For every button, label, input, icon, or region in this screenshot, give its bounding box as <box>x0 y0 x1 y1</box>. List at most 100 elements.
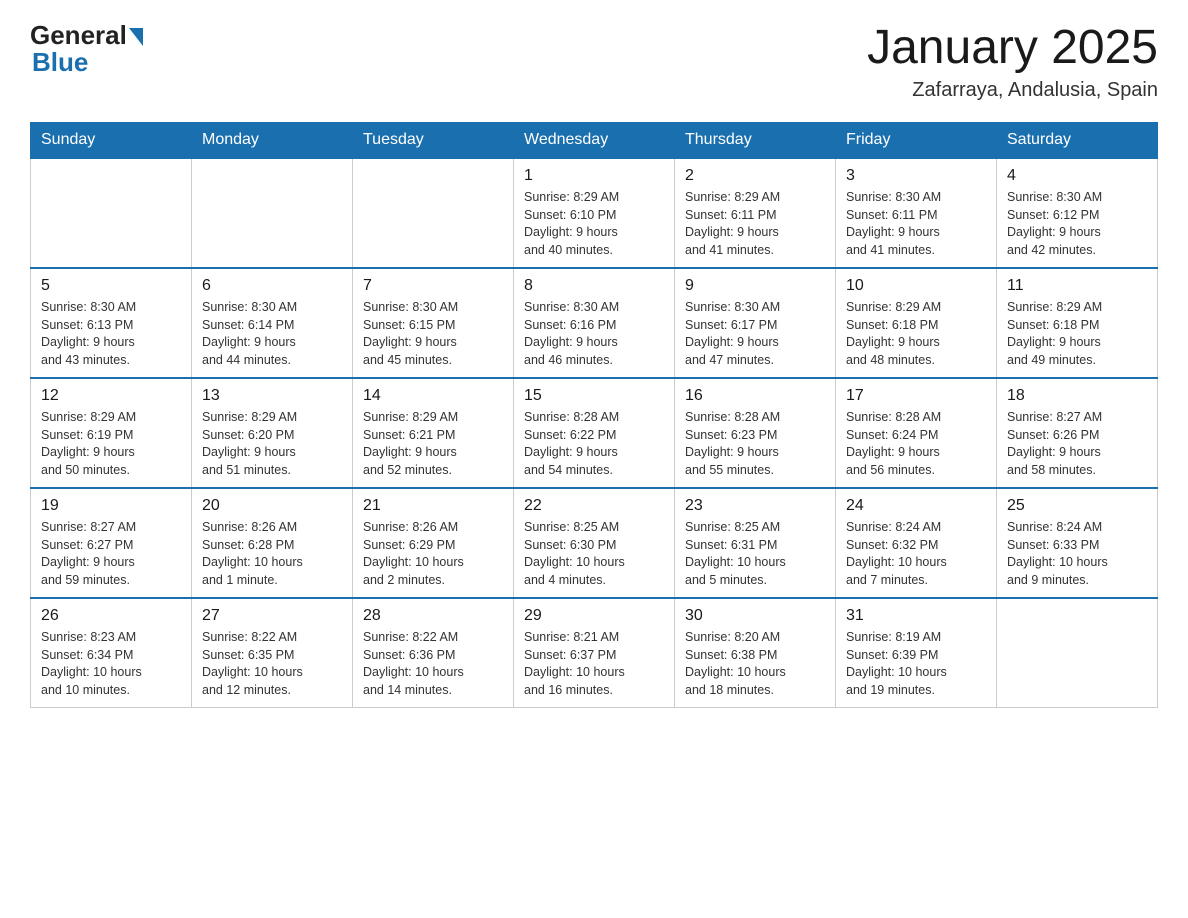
calendar-cell: 10 Sunrise: 8:29 AM Sunset: 6:18 PM Dayli… <box>836 268 997 378</box>
day-number: 31 <box>846 607 986 625</box>
day-number: 30 <box>685 607 825 625</box>
calendar-cell: 24 Sunrise: 8:24 AM Sunset: 6:32 PM Dayli… <box>836 488 997 598</box>
calendar-cell: 16 Sunrise: 8:28 AM Sunset: 6:23 PM Dayli… <box>675 378 836 488</box>
calendar-cell: 17Sunrise: 8:28 AM Sunset: 6:24 PM Dayli… <box>836 378 997 488</box>
calendar-title: January 2025 <box>867 20 1158 75</box>
column-header-wednesday: Wednesday <box>514 123 675 159</box>
day-info: Sunrise: 8:24 AM Sunset: 6:33 PM Dayligh… <box>1007 519 1147 589</box>
day-number: 9 <box>685 277 825 295</box>
calendar-cell: 2 Sunrise: 8:29 AM Sunset: 6:11 PM Daylig… <box>675 158 836 268</box>
calendar-cell: 21 Sunrise: 8:26 AM Sunset: 6:29 PM Dayli… <box>353 488 514 598</box>
calendar-cell: 1 Sunrise: 8:29 AM Sunset: 6:10 PM Daylig… <box>514 158 675 268</box>
calendar-cell: 4Sunrise: 8:30 AM Sunset: 6:12 PM Daylig… <box>997 158 1158 268</box>
calendar-cell <box>31 158 192 268</box>
calendar-cell: 11Sunrise: 8:29 AM Sunset: 6:18 PM Dayli… <box>997 268 1158 378</box>
calendar-cell: 5Sunrise: 8:30 AM Sunset: 6:13 PM Daylig… <box>31 268 192 378</box>
day-number: 8 <box>524 277 664 295</box>
calendar-cell <box>997 598 1158 708</box>
day-info: Sunrise: 8:20 AM Sunset: 6:38 PM Dayligh… <box>685 629 825 699</box>
day-number: 13 <box>202 387 342 405</box>
day-number: 25 <box>1007 497 1147 515</box>
day-number: 2 <box>685 167 825 185</box>
day-info: Sunrise: 8:29 AM Sunset: 6:11 PM Dayligh… <box>685 189 825 259</box>
calendar-cell <box>353 158 514 268</box>
week-row-2: 5Sunrise: 8:30 AM Sunset: 6:13 PM Daylig… <box>31 268 1158 378</box>
calendar-cell: 3Sunrise: 8:30 AM Sunset: 6:11 PM Daylig… <box>836 158 997 268</box>
day-number: 11 <box>1007 277 1147 295</box>
column-header-thursday: Thursday <box>675 123 836 159</box>
page-header: General Blue January 2025 Zafarraya, And… <box>30 20 1158 102</box>
week-row-4: 19Sunrise: 8:27 AM Sunset: 6:27 PM Dayli… <box>31 488 1158 598</box>
calendar-cell: 30 Sunrise: 8:20 AM Sunset: 6:38 PM Dayli… <box>675 598 836 708</box>
calendar-cell: 12Sunrise: 8:29 AM Sunset: 6:19 PM Dayli… <box>31 378 192 488</box>
day-number: 24 <box>846 497 986 515</box>
day-info: Sunrise: 8:28 AM Sunset: 6:22 PM Dayligh… <box>524 409 664 479</box>
day-info: Sunrise: 8:30 AM Sunset: 6:16 PM Dayligh… <box>524 299 664 369</box>
day-number: 22 <box>524 497 664 515</box>
calendar-cell: 27 Sunrise: 8:22 AM Sunset: 6:35 PM Dayli… <box>192 598 353 708</box>
day-number: 16 <box>685 387 825 405</box>
week-row-5: 26Sunrise: 8:23 AM Sunset: 6:34 PM Dayli… <box>31 598 1158 708</box>
day-info: Sunrise: 8:23 AM Sunset: 6:34 PM Dayligh… <box>41 629 181 699</box>
day-number: 21 <box>363 497 503 515</box>
calendar-header-row: SundayMondayTuesdayWednesdayThursdayFrid… <box>31 123 1158 159</box>
calendar-cell: 29Sunrise: 8:21 AM Sunset: 6:37 PM Dayli… <box>514 598 675 708</box>
column-header-friday: Friday <box>836 123 997 159</box>
day-info: Sunrise: 8:30 AM Sunset: 6:11 PM Dayligh… <box>846 189 986 259</box>
logo-blue-text: Blue <box>32 47 88 77</box>
calendar-cell: 28 Sunrise: 8:22 AM Sunset: 6:36 PM Dayli… <box>353 598 514 708</box>
calendar-cell: 13 Sunrise: 8:29 AM Sunset: 6:20 PM Dayli… <box>192 378 353 488</box>
day-info: Sunrise: 8:30 AM Sunset: 6:15 PM Dayligh… <box>363 299 503 369</box>
day-number: 6 <box>202 277 342 295</box>
day-info: Sunrise: 8:26 AM Sunset: 6:29 PM Dayligh… <box>363 519 503 589</box>
column-header-sunday: Sunday <box>31 123 192 159</box>
day-info: Sunrise: 8:29 AM Sunset: 6:18 PM Dayligh… <box>846 299 986 369</box>
calendar-cell: 7 Sunrise: 8:30 AM Sunset: 6:15 PM Daylig… <box>353 268 514 378</box>
calendar-cell: 23 Sunrise: 8:25 AM Sunset: 6:31 PM Dayli… <box>675 488 836 598</box>
day-info: Sunrise: 8:29 AM Sunset: 6:21 PM Dayligh… <box>363 409 503 479</box>
day-number: 27 <box>202 607 342 625</box>
calendar-subtitle: Zafarraya, Andalusia, Spain <box>867 79 1158 102</box>
day-number: 23 <box>685 497 825 515</box>
calendar-cell: 9 Sunrise: 8:30 AM Sunset: 6:17 PM Daylig… <box>675 268 836 378</box>
day-info: Sunrise: 8:27 AM Sunset: 6:27 PM Dayligh… <box>41 519 181 589</box>
day-number: 20 <box>202 497 342 515</box>
day-info: Sunrise: 8:26 AM Sunset: 6:28 PM Dayligh… <box>202 519 342 589</box>
calendar-table: SundayMondayTuesdayWednesdayThursdayFrid… <box>30 122 1158 708</box>
logo: General Blue <box>30 20 143 78</box>
day-info: Sunrise: 8:22 AM Sunset: 6:35 PM Dayligh… <box>202 629 342 699</box>
column-header-monday: Monday <box>192 123 353 159</box>
column-header-tuesday: Tuesday <box>353 123 514 159</box>
calendar-cell: 6 Sunrise: 8:30 AM Sunset: 6:14 PM Daylig… <box>192 268 353 378</box>
day-info: Sunrise: 8:28 AM Sunset: 6:23 PM Dayligh… <box>685 409 825 479</box>
day-info: Sunrise: 8:19 AM Sunset: 6:39 PM Dayligh… <box>846 629 986 699</box>
calendar-cell: 8 Sunrise: 8:30 AM Sunset: 6:16 PM Daylig… <box>514 268 675 378</box>
calendar-cell: 20 Sunrise: 8:26 AM Sunset: 6:28 PM Dayli… <box>192 488 353 598</box>
day-info: Sunrise: 8:30 AM Sunset: 6:12 PM Dayligh… <box>1007 189 1147 259</box>
title-section: January 2025 Zafarraya, Andalusia, Spain <box>867 20 1158 102</box>
day-info: Sunrise: 8:24 AM Sunset: 6:32 PM Dayligh… <box>846 519 986 589</box>
day-info: Sunrise: 8:30 AM Sunset: 6:17 PM Dayligh… <box>685 299 825 369</box>
day-number: 15 <box>524 387 664 405</box>
day-info: Sunrise: 8:29 AM Sunset: 6:20 PM Dayligh… <box>202 409 342 479</box>
calendar-cell <box>192 158 353 268</box>
week-row-3: 12Sunrise: 8:29 AM Sunset: 6:19 PM Dayli… <box>31 378 1158 488</box>
day-info: Sunrise: 8:27 AM Sunset: 6:26 PM Dayligh… <box>1007 409 1147 479</box>
day-number: 7 <box>363 277 503 295</box>
calendar-cell: 26Sunrise: 8:23 AM Sunset: 6:34 PM Dayli… <box>31 598 192 708</box>
day-info: Sunrise: 8:29 AM Sunset: 6:19 PM Dayligh… <box>41 409 181 479</box>
day-number: 29 <box>524 607 664 625</box>
column-header-saturday: Saturday <box>997 123 1158 159</box>
day-number: 5 <box>41 277 181 295</box>
day-number: 10 <box>846 277 986 295</box>
day-info: Sunrise: 8:25 AM Sunset: 6:31 PM Dayligh… <box>685 519 825 589</box>
day-number: 14 <box>363 387 503 405</box>
day-info: Sunrise: 8:22 AM Sunset: 6:36 PM Dayligh… <box>363 629 503 699</box>
day-info: Sunrise: 8:25 AM Sunset: 6:30 PM Dayligh… <box>524 519 664 589</box>
day-info: Sunrise: 8:30 AM Sunset: 6:14 PM Dayligh… <box>202 299 342 369</box>
day-number: 17 <box>846 387 986 405</box>
day-number: 1 <box>524 167 664 185</box>
day-info: Sunrise: 8:29 AM Sunset: 6:10 PM Dayligh… <box>524 189 664 259</box>
calendar-cell: 14 Sunrise: 8:29 AM Sunset: 6:21 PM Dayli… <box>353 378 514 488</box>
day-number: 28 <box>363 607 503 625</box>
